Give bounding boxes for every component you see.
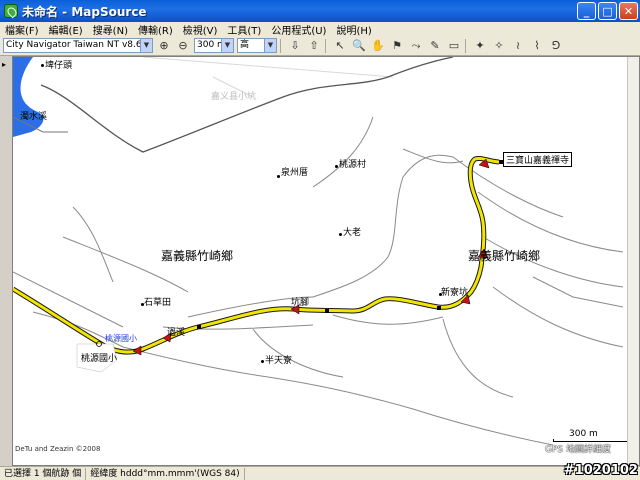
hand-tool-icon[interactable]: ✋	[370, 38, 386, 54]
map-copyright: DeTu and Zeazin ©2008	[15, 445, 101, 453]
place-label-dalao[interactable]: 大老	[343, 225, 361, 238]
track-outline	[13, 155, 500, 355]
maximize-button[interactable]: □	[598, 2, 617, 20]
status-bar: 已選擇 1 個航跡 個 經緯度 hddd°mm.mmm'(WGS 84)	[0, 466, 640, 480]
place-label-pizaitou[interactable]: 埤仔頭	[45, 58, 72, 71]
map-tool-icon-2[interactable]: ✧	[491, 38, 507, 54]
school-label-blue[interactable]: 桃源國小	[105, 333, 137, 344]
map-tool-icon-4[interactable]: ⌇	[529, 38, 545, 54]
status-selection: 已選擇 1 個航跡 個	[0, 467, 87, 480]
menu-utilities[interactable]: 公用程式(U)	[266, 22, 331, 37]
place-label-kengjiao[interactable]: 坑腳	[291, 295, 309, 308]
menu-bar: 檔案(F) 編輯(E) 搜尋(N) 傳輸(R) 檢視(V) 工具(T) 公用程式…	[0, 22, 640, 37]
menu-edit[interactable]: 編輯(E)	[44, 22, 88, 37]
mapsource-app-icon[interactable]	[4, 4, 18, 18]
zoom-tool-icon[interactable]: 🔍	[351, 38, 367, 54]
chevron-down-icon[interactable]: ▼	[221, 39, 233, 52]
map-left-strip: ▸	[0, 56, 12, 466]
toolbar-separator	[325, 38, 326, 53]
place-dot	[261, 360, 264, 363]
chevron-down-icon[interactable]: ▼	[264, 39, 276, 52]
gps-detail-label: GPS 地圖詳細度	[545, 445, 611, 455]
menu-tools[interactable]: 工具(T)	[222, 22, 266, 37]
place-dot	[277, 175, 280, 178]
township-label-right: 嘉義縣竹崎鄉	[468, 249, 541, 263]
window-title: 未命名 - MapSource	[22, 4, 147, 19]
map-product-value: City Navigator Taiwan NT v8.6	[6, 40, 142, 50]
distance-tool-icon[interactable]: ▭	[446, 38, 462, 54]
detail-level-select[interactable]: 高 ▼	[237, 38, 277, 53]
map-canvas[interactable]	[13, 57, 640, 466]
watermark-id: #1020102	[563, 463, 638, 478]
place-label-xinliao[interactable]: 新寮坑	[441, 285, 468, 298]
map-tool-icon-3[interactable]: ≀	[510, 38, 526, 54]
township-label-left: 嘉義縣竹崎鄉	[161, 249, 234, 263]
school-callout-label: 桃源國小	[81, 354, 118, 364]
menu-help[interactable]: 說明(H)	[331, 22, 376, 37]
zoom-level-select[interactable]: 300 m ▼	[194, 38, 234, 53]
map-tool-icon-5[interactable]: ⅁	[548, 38, 564, 54]
map-tool-icon[interactable]: ✦	[472, 38, 488, 54]
place-label-taoyuan-village[interactable]: 桃源村	[339, 157, 366, 170]
place-label-shicaotian[interactable]: 石草田	[144, 295, 171, 308]
map-vertical-scrollbar[interactable]	[627, 57, 639, 465]
close-button[interactable]: ✕	[619, 2, 638, 20]
gps-track[interactable]	[13, 156, 500, 354]
select-tool-icon[interactable]: ↖	[332, 38, 348, 54]
toolbar: City Navigator Taiwan NT v8.6 ▼ ⊕ ⊖ 300 …	[0, 36, 640, 56]
faint-road-label: 嘉义县小坑	[211, 92, 257, 102]
waypoint-tool-icon[interactable]: ⚑	[389, 38, 405, 54]
place-dot	[41, 64, 44, 67]
map-view[interactable]: 埤仔頭 濁水溪 嘉义县小坑 泉州厝 桃源村 三寶山嘉義禪寺 大老 嘉義縣竹崎鄉 …	[12, 56, 640, 466]
window-controls: _ □ ✕	[577, 2, 638, 20]
temple-label[interactable]: 三寶山嘉義禪寺	[503, 152, 573, 167]
river-label[interactable]: 濁水溪	[20, 109, 47, 122]
expand-panel-icon[interactable]: ▸	[2, 60, 6, 69]
status-coordinates: 經緯度 hddd°mm.mmm'(WGS 84)	[86, 467, 245, 480]
zoom-in-icon[interactable]: ⊕	[156, 38, 172, 54]
place-dot	[335, 165, 338, 168]
toolbar-separator	[465, 38, 466, 53]
map-product-select[interactable]: City Navigator Taiwan NT v8.6 ▼	[3, 38, 153, 53]
menu-file[interactable]: 檔案(F)	[0, 22, 44, 37]
send-to-device-icon[interactable]: ⇧	[306, 38, 322, 54]
main-road	[40, 57, 454, 153]
title-bar: 未命名 - MapSource _ □ ✕	[0, 0, 640, 22]
route-tool-icon[interactable]: ⤳	[408, 38, 424, 54]
track-tool-icon[interactable]: ✎	[427, 38, 443, 54]
scale-label: 300 m	[569, 429, 598, 439]
place-label-quanchuan[interactable]: 泉州厝	[281, 165, 308, 178]
toolbar-separator	[280, 38, 281, 53]
detail-level-value: 高	[240, 40, 250, 50]
zoom-out-icon[interactable]: ⊖	[175, 38, 191, 54]
place-label-guoxi[interactable]: 過溪	[167, 325, 185, 338]
place-label-bantianliao[interactable]: 半天寮	[265, 353, 292, 366]
receive-from-device-icon[interactable]: ⇩	[287, 38, 303, 54]
chevron-down-icon[interactable]: ▼	[140, 39, 152, 52]
menu-transfer[interactable]: 傳輸(R)	[133, 22, 178, 37]
place-dot	[339, 233, 342, 236]
menu-find[interactable]: 搜尋(N)	[88, 22, 133, 37]
menu-view[interactable]: 檢視(V)	[178, 22, 223, 37]
minimize-button[interactable]: _	[577, 2, 596, 20]
